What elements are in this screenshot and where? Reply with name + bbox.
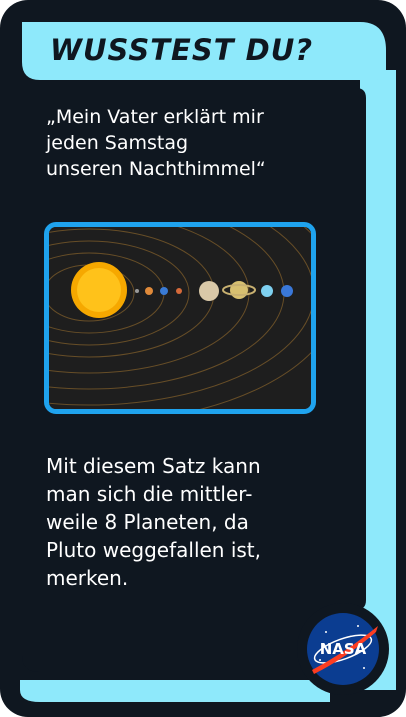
nasa-logo: NASA (307, 613, 379, 685)
fact-body-text: Mit diesem Satz kann man sich die mittle… (46, 454, 262, 590)
nasa-logo-text: NASA (320, 640, 367, 658)
fact-card: WUSSTEST DU? „Mein Vater erklärt mir jed… (0, 0, 406, 717)
solar-system-illustration (49, 227, 311, 409)
solar-system-image (44, 222, 316, 414)
card-title: WUSSTEST DU? (50, 33, 314, 67)
quote-text: „Mein Vater erklärt mir jeden Samstag un… (46, 106, 266, 180)
